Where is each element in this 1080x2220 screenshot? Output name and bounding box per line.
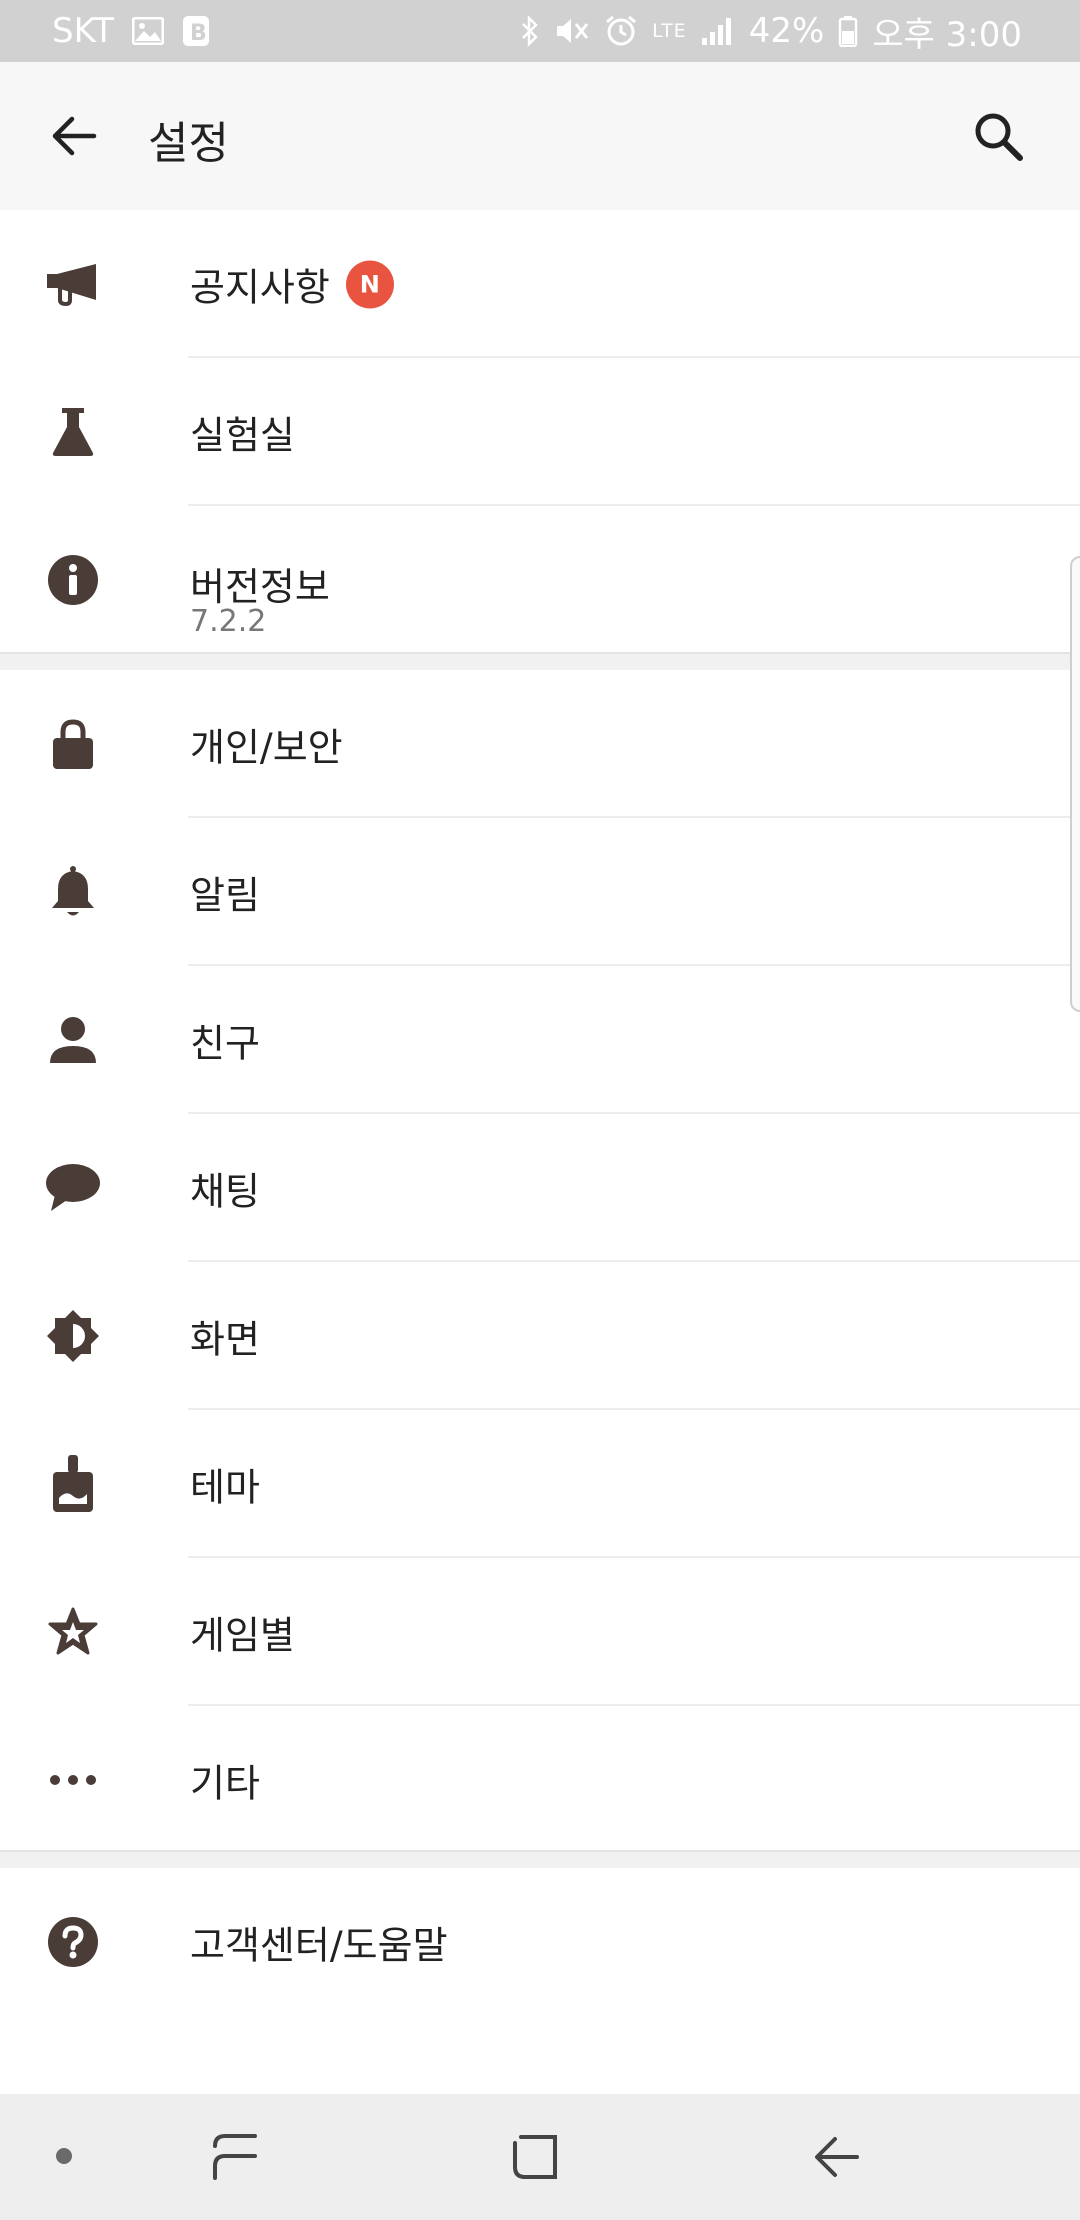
info-icon — [44, 551, 102, 609]
settings-item-help[interactable]: 고객센터/도움말 — [0, 1868, 1080, 2016]
section-divider — [0, 652, 1080, 670]
settings-item-label: 테마 — [190, 1465, 260, 1510]
settings-item-games[interactable]: 게임별 — [0, 1558, 1080, 1706]
back-button[interactable] — [46, 108, 102, 164]
megaphone-icon — [44, 255, 102, 313]
settings-group-support: 고객센터/도움말 — [0, 1868, 1080, 2016]
settings-item-label: 게임별 — [190, 1613, 295, 1658]
battery-percent: 42% — [748, 11, 825, 51]
carrier-label: SKT — [52, 11, 115, 51]
settings-item-etc[interactable]: 기타 — [0, 1706, 1080, 1854]
bell-icon — [44, 863, 102, 921]
version-number: 7.2.2 — [190, 604, 267, 639]
alarm-icon — [604, 14, 638, 48]
back-arrow-icon — [815, 2137, 859, 2177]
person-icon — [44, 1011, 102, 1069]
notice-label-wrap: 공지사항 N — [190, 257, 394, 312]
new-badge: N — [345, 260, 394, 308]
settings-item-label: 화면 — [190, 1317, 260, 1362]
network-type-label: LTE — [652, 19, 687, 42]
home-button[interactable] — [504, 2126, 566, 2188]
mute-icon — [554, 15, 590, 47]
star-icon — [44, 1603, 102, 1661]
search-icon — [975, 113, 1023, 161]
chat-bubble-icon — [44, 1159, 102, 1217]
nav-hide-dot[interactable] — [56, 2148, 72, 2164]
nav-back-button[interactable] — [806, 2126, 868, 2188]
settings-item-lab[interactable]: 실험실 — [0, 358, 1080, 506]
image-notification-icon — [132, 17, 165, 45]
settings-item-theme[interactable]: 테마 — [0, 1410, 1080, 1558]
section-divider — [0, 1850, 1080, 1868]
edge-panel-handle[interactable] — [1070, 556, 1080, 1012]
home-icon — [513, 2135, 557, 2179]
paint-brush-icon — [44, 1455, 102, 1513]
settings-group-general: 공지사항 N 실험실 버전정보 7.2.2 — [0, 210, 1080, 654]
search-button[interactable] — [968, 106, 1028, 166]
lock-icon — [44, 715, 102, 773]
settings-item-label: 알림 — [190, 873, 260, 918]
settings-group-main: 개인/보안 알림 친구 채팅 화면 테마 게임별 기타 — [0, 670, 1080, 1854]
signal-icon — [701, 16, 735, 46]
settings-item-label: 고객센터/도움말 — [190, 1923, 448, 1968]
brightness-icon — [44, 1307, 102, 1365]
flask-icon — [44, 403, 102, 461]
settings-item-version[interactable]: 버전정보 7.2.2 — [0, 506, 1080, 654]
settings-item-label: 친구 — [190, 1021, 260, 1066]
battery-icon — [838, 15, 858, 47]
page-title: 설정 — [148, 118, 229, 169]
settings-item-label: 기타 — [190, 1761, 260, 1806]
app-notification-icon: B — [182, 15, 210, 47]
status-bar: SKT B LTE 42% 오후 3:00 — [0, 0, 1080, 62]
settings-screen: SKT B LTE 42% 오후 3:00 설정 공지사항 N 실험실 버전정보… — [0, 0, 1080, 2220]
status-time: 오후 3:00 — [872, 14, 1022, 55]
status-right: LTE 42% 오후 3:00 — [520, 7, 1022, 56]
settings-item-label: 채팅 — [190, 1169, 260, 1214]
system-nav-bar — [0, 2094, 1080, 2220]
recents-icon — [213, 2134, 257, 2180]
svg-text:B: B — [190, 21, 207, 46]
arrow-left-icon — [52, 116, 97, 156]
settings-item-notice[interactable]: 공지사항 N — [0, 210, 1080, 358]
settings-item-privacy[interactable]: 개인/보안 — [0, 670, 1080, 818]
settings-item-chat[interactable]: 채팅 — [0, 1114, 1080, 1262]
more-horizontal-icon — [44, 1751, 102, 1809]
app-bar: 설정 — [0, 62, 1080, 210]
settings-item-label: 공지사항 — [190, 265, 330, 310]
settings-item-friends[interactable]: 친구 — [0, 966, 1080, 1114]
status-left: SKT B — [52, 11, 210, 51]
settings-item-display[interactable]: 화면 — [0, 1262, 1080, 1410]
help-icon — [44, 1913, 102, 1971]
settings-item-label: 실험실 — [190, 413, 295, 458]
recents-button[interactable] — [204, 2126, 266, 2188]
settings-item-label: 버전정보 — [190, 565, 330, 609]
settings-item-label: 개인/보안 — [190, 725, 343, 770]
bluetooth-icon — [520, 15, 540, 47]
settings-item-notification[interactable]: 알림 — [0, 818, 1080, 966]
